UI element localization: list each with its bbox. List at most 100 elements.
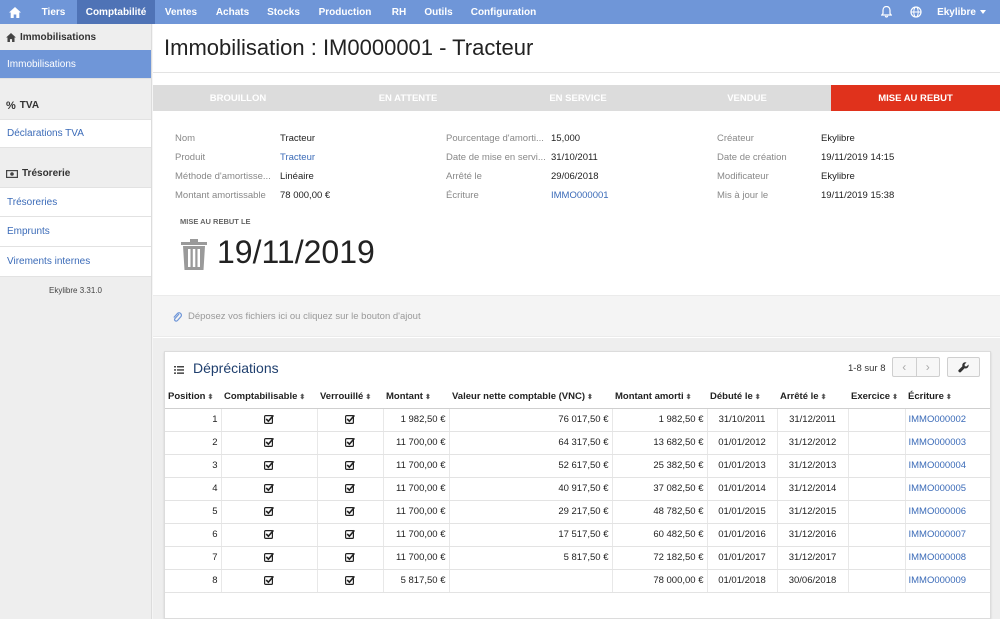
status-step-en-service[interactable]: En service [493,85,663,111]
accountable-check-icon [221,454,318,478]
field-ecriture-value[interactable]: IMMO000001 [551,190,609,201]
entry-link[interactable]: IMMO000002 [905,408,990,432]
locked-check-icon [317,454,384,478]
table-header-row: Position ⬍ Comptabilisable ⬍ Verrouillé ⬍ Mont… [165,386,990,409]
sort-icon: ⬍ [892,394,898,402]
file-dropzone[interactable]: Déposez vos fichiers ici ou cliquez sur … [153,295,1000,337]
entry-link[interactable]: IMMO000004 [905,454,990,478]
column-header[interactable]: Comptabilisable ⬍ [221,386,317,409]
entry-link[interactable]: IMMO000003 [905,431,990,455]
field-label: Créateur [717,133,754,144]
nav-comptabilite[interactable]: Comptabilité [77,0,155,24]
column-header[interactable]: Exercice ⬍ [848,386,905,409]
cell-start-date: 01/01/2015 [707,500,778,524]
nav-tiers[interactable]: Tiers [30,0,77,24]
column-header[interactable]: Arrêté le ⬍ [777,386,848,409]
user-menu[interactable]: Ekylibre [931,0,1000,24]
cell-financial-year [848,546,906,570]
app-version: Ekylibre 3.31.0 [49,286,102,295]
scrapped-date: 19/11/2019 [217,234,375,270]
status-step-en-attente[interactable]: En attente [323,85,493,111]
checkbox-checked-icon [264,415,274,425]
field-date-service: Date de mise en servi... [446,152,546,163]
cell-depreciated: 78 000,00 € [612,569,708,593]
column-header-label: Arrêté le [780,391,819,403]
cell-stop-date: 31/12/2016 [777,523,849,547]
nav-rh[interactable]: RH [381,0,417,24]
table-row: 4 11 700,00 €40 917,50 €37 082,50 €01/01/… [165,477,990,501]
table-settings-button[interactable] [947,357,980,377]
cell-amount: 11 700,00 € [383,546,450,570]
field-label: Méthode d'amortisse... [175,171,271,182]
language-button[interactable] [901,0,931,24]
accountable-check-icon [221,408,318,432]
column-header[interactable]: Montant amorti ⬍ [612,386,707,409]
sidebar-item-emprunts[interactable]: Emprunts [0,217,151,247]
table-row: 7 11 700,00 €5 817,50 €72 182,50 €01/01/2… [165,546,990,570]
field-value: 29/06/2018 [551,171,599,182]
nav-production[interactable]: Production [309,0,381,24]
sort-icon: ⬍ [945,394,952,402]
locked-check-icon [317,431,384,455]
field-date-service-value: 31/10/2011 [551,152,598,163]
cell-stop-date: 31/12/2011 [777,408,849,432]
nav-outils[interactable]: Outils [417,0,460,24]
cell-financial-year [848,431,906,455]
status-step-vendue[interactable]: Vendue [663,85,831,111]
money-icon [6,169,18,178]
column-header[interactable]: Valeur nette comptable (VNC) ⬍ [449,386,612,409]
checkbox-checked-icon [345,415,355,425]
notifications-button[interactable] [871,0,901,24]
pager-info: 1-8 sur 8 [848,363,886,374]
checkbox-checked-icon [264,484,274,494]
field-label: Mis à jour le [717,190,769,201]
entry-link[interactable]: IMMO000009 [905,569,990,593]
sidebar-section-tva: % TVA [0,92,151,119]
field-value: Ekylibre [821,171,855,182]
column-header-label: Comptabilisable [224,391,298,403]
nav-configuration[interactable]: Configuration [460,0,547,24]
sidebar-item-declarations-tva[interactable]: Déclarations TVA [0,119,151,148]
field-montant: Montant amortissable [175,190,266,201]
field-pourcentage-value: 15,000 [551,133,580,144]
journal-entry-link[interactable]: IMMO000001 [551,190,609,201]
status-step-mise-au-rebut[interactable]: Mise au rebut [831,85,1000,111]
column-header[interactable]: Montant ⬍ [383,386,449,409]
entry-link[interactable]: IMMO000008 [905,546,990,570]
nav-ventes[interactable]: Ventes [155,0,207,24]
column-header[interactable]: Position ⬍ [165,386,221,409]
sidebar-item-label: Emprunts [7,226,50,237]
sidebar-item-immobilisations[interactable]: Immobilisations [0,50,151,79]
field-produit-value[interactable]: Tracteur [280,152,315,163]
table-row: 3 11 700,00 €52 617,50 €25 382,50 €01/01/… [165,454,990,478]
nav-stocks[interactable]: Stocks [258,0,309,24]
cell-start-date: 31/10/2011 [707,408,778,432]
next-page-button[interactable]: › [915,358,940,376]
sidebar-item-virements-internes[interactable]: Virements internes [0,247,151,277]
cell-vnc: 64 317,50 € [449,431,613,455]
nav-home[interactable] [0,0,30,24]
prev-page-button[interactable]: ‹ [893,358,916,376]
locked-check-icon [317,477,384,501]
nav-achats[interactable]: Achats [207,0,258,24]
cell-position: 4 [165,477,222,501]
sidebar-item-tresoreries[interactable]: Trésoreries [0,187,151,217]
checkbox-checked-icon [345,484,355,494]
entry-link[interactable]: IMMO000006 [905,500,990,524]
product-link[interactable]: Tracteur [280,152,315,163]
column-header[interactable]: Écriture ⬍ [905,386,990,409]
cell-stop-date: 31/12/2014 [777,477,849,501]
column-header[interactable]: Verrouillé ⬍ [317,386,383,409]
field-value: Linéaire [280,171,314,182]
sort-icon: ⬍ [299,394,306,402]
cell-vnc: 52 617,50 € [449,454,613,478]
status-step-brouillon[interactable]: Brouillon [153,85,323,111]
globe-icon [910,6,922,18]
column-header-label: Valeur nette comptable (VNC) [452,391,586,403]
entry-link[interactable]: IMMO000005 [905,477,990,501]
cell-amount: 11 700,00 € [383,454,450,478]
column-header[interactable]: Débuté le ⬍ [707,386,777,409]
cell-stop-date: 31/12/2017 [777,546,849,570]
cell-position: 8 [165,569,222,593]
entry-link[interactable]: IMMO000007 [905,523,990,547]
